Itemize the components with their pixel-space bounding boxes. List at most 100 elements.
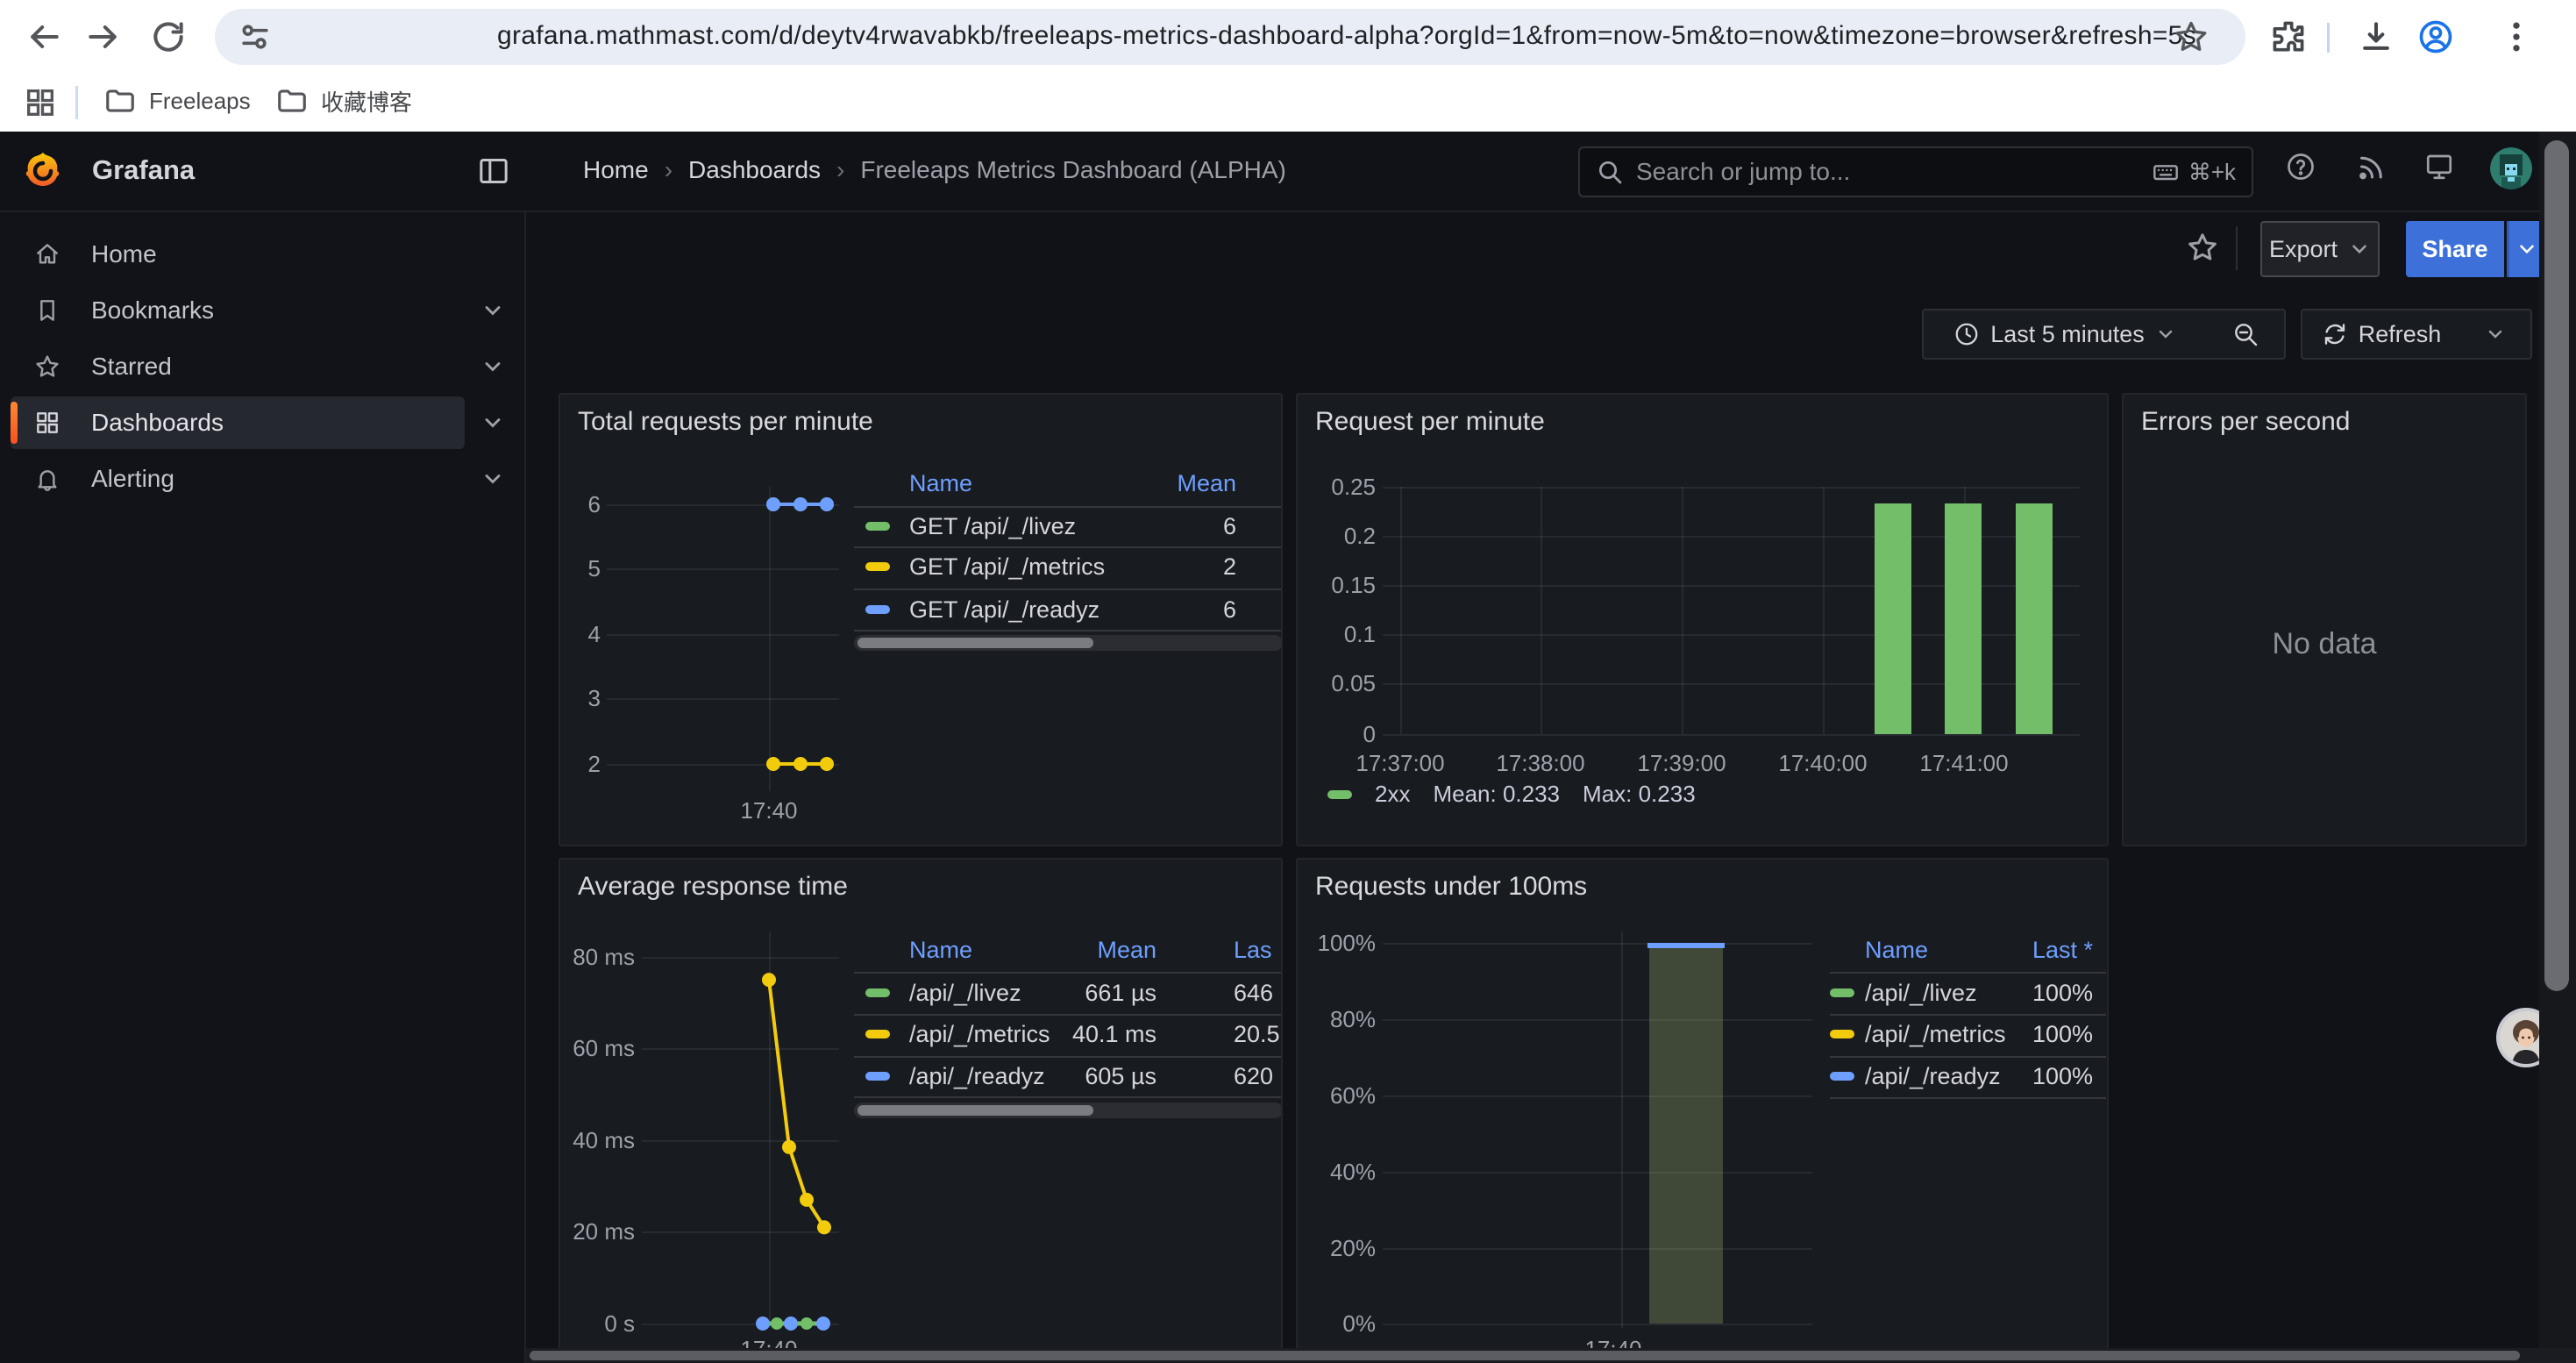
- sidebar-item-alerting[interactable]: Alerting: [11, 453, 465, 505]
- vertical-scrollbar[interactable]: [2539, 132, 2576, 1363]
- reload-icon[interactable]: [149, 18, 188, 56]
- sidebar-item-bookmarks[interactable]: Bookmarks: [11, 284, 465, 337]
- chevron-down-icon[interactable]: [480, 410, 505, 435]
- back-icon[interactable]: [25, 18, 63, 56]
- sidebar-item-starred[interactable]: Starred: [11, 340, 465, 393]
- breadcrumb-item[interactable]: Home: [583, 156, 649, 184]
- panel-title[interactable]: Errors per second: [2141, 407, 2350, 437]
- legend-series-name[interactable]: /api/_/livez: [909, 979, 1021, 1007]
- sidebar-item-dashboards[interactable]: Dashboards: [11, 396, 465, 449]
- sidebar-toggle-icon[interactable]: [476, 153, 511, 189]
- tv-kiosk-icon[interactable]: [2423, 151, 2455, 182]
- legend-column-header[interactable]: Las: [1234, 936, 1272, 964]
- legend-column-header[interactable]: Last *: [2032, 936, 2093, 964]
- legend-column-header[interactable]: Name: [909, 469, 972, 497]
- legend-column-header[interactable]: Mean: [1097, 936, 1156, 964]
- horizontal-scrollbar[interactable]: [526, 1348, 2576, 1363]
- bar-2xx: [1875, 503, 1911, 734]
- legend-series-name[interactable]: GET /api/_/livez: [909, 512, 1076, 540]
- breadcrumb-item[interactable]: Dashboards: [688, 156, 821, 184]
- extensions-icon[interactable]: [2269, 18, 2308, 56]
- bookmark-folder-blogs[interactable]: 收藏博客: [275, 84, 412, 118]
- legend-row: 2xx Mean: 0.233 Max: 0.233: [1327, 781, 1696, 808]
- legend-mean: Mean: 0.233: [1433, 781, 1560, 808]
- legend-value: 2: [1223, 553, 1236, 581]
- share-menu-button[interactable]: [2507, 221, 2544, 277]
- series-color-pill[interactable]: [865, 522, 890, 531]
- legend-value: 20.5 r: [1234, 1020, 1283, 1048]
- site-settings-icon[interactable]: [236, 18, 274, 56]
- zoom-out-button[interactable]: [2206, 309, 2286, 360]
- legend-max: Max: 0.233: [1583, 781, 1696, 808]
- no-data-message: No data: [2124, 627, 2525, 661]
- legend-column-header[interactable]: Name: [909, 936, 972, 964]
- series-color-pill[interactable]: [1327, 790, 1352, 799]
- legend-value: 661 µs: [1085, 979, 1156, 1007]
- share-button[interactable]: Share: [2406, 221, 2504, 277]
- zoom-out-icon: [2231, 320, 2259, 348]
- address-bar[interactable]: grafana.mathmast.com/d/deytv4rwavabkb/fr…: [215, 9, 2245, 65]
- tab-groups-icon[interactable]: [23, 85, 58, 120]
- series-color-pill[interactable]: [1830, 988, 1854, 997]
- legend-value: 6: [1223, 596, 1236, 624]
- browser-menu-icon[interactable]: [2497, 18, 2536, 56]
- bookmark-folder-freeleaps[interactable]: Freeleaps: [103, 84, 251, 118]
- export-button[interactable]: Export: [2260, 221, 2380, 277]
- downloads-icon[interactable]: [2357, 18, 2395, 56]
- grid-icon: [33, 409, 61, 437]
- legend-series-name[interactable]: GET /api/_/metrics: [909, 553, 1105, 581]
- legend-series-name[interactable]: /api/_/metrics: [1865, 1020, 2006, 1048]
- grafana-logo[interactable]: [23, 151, 63, 191]
- legend-table: Name Mean GET /api/_/livez 6 GET /api/_/metr…: [854, 395, 1283, 846]
- legend-scrollbar[interactable]: [854, 635, 1283, 651]
- legend-series-name[interactable]: /api/_/readyz: [1865, 1062, 2001, 1090]
- legend-series-name[interactable]: /api/_/livez: [1865, 979, 1977, 1007]
- legend-series-name[interactable]: 2xx: [1375, 781, 1410, 808]
- chevron-down-icon[interactable]: [480, 298, 505, 323]
- folder-icon: [103, 84, 137, 118]
- series-color-pill[interactable]: [865, 1030, 890, 1038]
- series-color-pill[interactable]: [865, 1072, 890, 1081]
- legend-column-header[interactable]: Mean: [1177, 469, 1236, 497]
- series-color-pill[interactable]: [1830, 1072, 1854, 1081]
- user-avatar[interactable]: [2490, 147, 2532, 189]
- panel-average-response-time: Average response time 80 ms60 ms40 ms20 …: [559, 858, 1283, 1359]
- legend-scrollbar-thumb[interactable]: [857, 638, 1093, 648]
- vertical-scrollbar-thumb[interactable]: [2544, 140, 2569, 991]
- breadcrumb-item[interactable]: Freeleaps Metrics Dashboard (ALPHA): [860, 156, 1286, 184]
- chevron-down-icon[interactable]: [480, 467, 505, 491]
- legend-scrollbar-thumb[interactable]: [857, 1105, 1093, 1116]
- url-text[interactable]: grafana.mathmast.com/d/deytv4rwavabkb/fr…: [497, 21, 2196, 51]
- forward-icon[interactable]: [84, 18, 123, 56]
- bookmark-star-icon[interactable]: [2172, 18, 2210, 56]
- legend-series-name[interactable]: /api/_/metrics: [909, 1020, 1050, 1048]
- search-shortcut: ⌘+k: [2152, 158, 2236, 186]
- chevron-down-icon[interactable]: [480, 354, 505, 379]
- favorite-star-icon[interactable]: [2185, 230, 2220, 265]
- y-axis-tick: 0.25: [1296, 473, 1376, 501]
- refresh-interval-button[interactable]: [2460, 309, 2532, 360]
- profile-icon[interactable]: [2416, 18, 2455, 56]
- legend-value: 40.1 ms: [1072, 1020, 1156, 1048]
- series-color-pill[interactable]: [865, 988, 890, 997]
- legend-series-name[interactable]: /api/_/readyz: [909, 1062, 1045, 1090]
- sidebar-item-home[interactable]: Home: [11, 228, 465, 281]
- series-color-pill[interactable]: [865, 562, 890, 571]
- legend-column-header[interactable]: Name: [1865, 936, 1928, 964]
- help-icon[interactable]: [2285, 151, 2316, 182]
- search-input[interactable]: Search or jump to... ⌘+k: [1578, 146, 2253, 197]
- time-range-picker[interactable]: Last 5 minutes: [1922, 309, 2208, 360]
- sidebar-item-label: Dashboards: [91, 409, 224, 437]
- series-color-pill[interactable]: [865, 605, 890, 614]
- legend-value: 620: [1234, 1062, 1273, 1090]
- news-rss-icon[interactable]: [2355, 151, 2387, 182]
- series-color-pill[interactable]: [1830, 1030, 1854, 1038]
- legend-table: NameLast */api/_/livez100%/api/_/metrics…: [1830, 860, 2106, 1359]
- gridline: [1823, 487, 1825, 734]
- gridline: [1383, 943, 1812, 945]
- legend-scrollbar[interactable]: [854, 1103, 1283, 1118]
- legend-series-name[interactable]: GET /api/_/readyz: [909, 596, 1099, 624]
- toolbar-divider: [2327, 23, 2330, 53]
- horizontal-scrollbar-thumb[interactable]: [530, 1351, 2520, 1360]
- refresh-button[interactable]: Refresh: [2301, 309, 2462, 360]
